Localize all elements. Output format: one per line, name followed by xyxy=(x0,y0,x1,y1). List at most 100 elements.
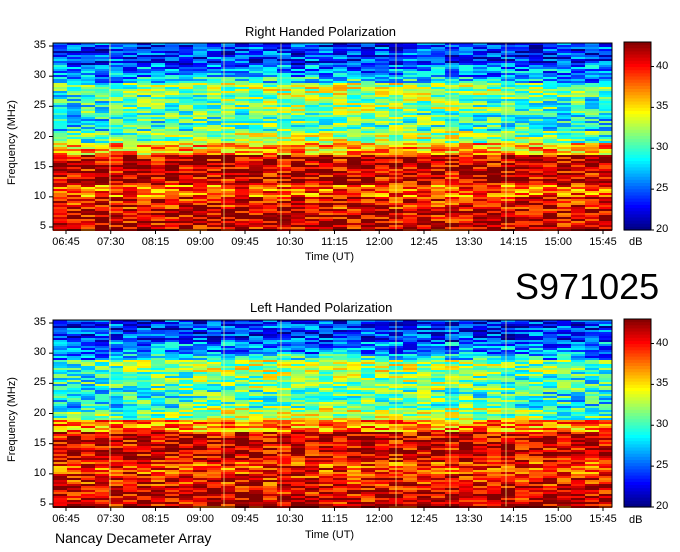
spectrogram-cell xyxy=(235,125,249,127)
spectrogram-cell xyxy=(599,49,612,51)
spectrogram-cell xyxy=(291,213,305,215)
spectrogram-cell xyxy=(347,215,361,217)
spectrogram-cell xyxy=(123,376,137,378)
spectrogram-cell xyxy=(571,87,585,89)
spectrogram-cell xyxy=(95,195,109,197)
spectrogram-cell xyxy=(179,67,193,69)
spectrogram-cell xyxy=(571,221,585,223)
spectrogram-cell xyxy=(123,364,137,366)
spectrogram-cell xyxy=(249,221,263,223)
spectrogram-cell xyxy=(67,129,81,131)
spectrogram-cell xyxy=(291,143,305,145)
spectrogram-cell xyxy=(333,67,347,69)
spectrogram-cell xyxy=(123,151,137,153)
spectrogram-cell xyxy=(235,155,249,157)
spectrogram-cell xyxy=(291,87,305,89)
spectrogram-cell xyxy=(291,368,305,370)
spectrogram-cell xyxy=(193,67,207,69)
spectrogram-cell xyxy=(81,330,95,332)
spectrogram-cell xyxy=(263,332,277,334)
spectrogram-cell xyxy=(347,163,361,165)
spectrogram-cell xyxy=(459,49,473,51)
spectrogram-cell xyxy=(95,139,109,141)
spectrogram-cell xyxy=(137,201,151,203)
spectrogram-cell xyxy=(515,103,529,105)
spectrogram-cell xyxy=(53,332,67,334)
spectrogram-cell xyxy=(473,366,487,368)
spectrogram-cell xyxy=(207,356,221,358)
spectrogram-cell xyxy=(487,364,501,366)
spectrogram-cell xyxy=(375,99,389,101)
spectrogram-cell xyxy=(291,217,305,219)
spectrogram-cell xyxy=(249,139,263,141)
spectrogram-cell xyxy=(291,113,305,115)
spectrogram-cell xyxy=(249,93,263,95)
spectrogram-cell xyxy=(137,117,151,119)
spectrogram-cell xyxy=(305,346,319,348)
spectrogram-cell xyxy=(599,149,612,151)
spectrogram-cell xyxy=(585,129,599,131)
spectrogram-cell xyxy=(221,53,235,55)
spectrogram-cell xyxy=(417,117,431,119)
spectrogram-cell xyxy=(361,326,375,328)
spectrogram-cell xyxy=(403,101,417,103)
spectrogram-cell xyxy=(263,201,277,203)
spectrogram-cell xyxy=(277,59,291,61)
spectrogram-cell xyxy=(529,356,543,358)
spectrogram-cell xyxy=(277,139,291,141)
spectrogram-cell xyxy=(221,71,235,73)
spectrogram-cell xyxy=(487,75,501,77)
spectrogram-cell xyxy=(501,125,515,127)
spectrogram-cell xyxy=(123,171,137,173)
spectrogram-cell xyxy=(445,209,459,211)
spectrogram-cell xyxy=(221,73,235,75)
spectrogram-cell xyxy=(193,191,207,193)
spectrogram-cell xyxy=(263,336,277,338)
spectrogram-cell xyxy=(571,133,585,135)
spectrogram-cell xyxy=(263,99,277,101)
spectrogram-cell xyxy=(333,201,347,203)
spectrogram-cell xyxy=(445,364,459,366)
spectrogram-cell xyxy=(109,85,123,87)
spectrogram-cell xyxy=(319,51,333,53)
spectrogram-cell xyxy=(263,133,277,135)
spectrogram-cell xyxy=(543,344,557,346)
spectrogram-cell xyxy=(543,324,557,326)
spectrogram-cell xyxy=(249,227,263,229)
spectrogram-cell xyxy=(67,159,81,161)
spectrogram-cell xyxy=(515,181,529,183)
spectrogram-cell xyxy=(67,81,81,83)
spectrogram-cell xyxy=(263,207,277,209)
spectrogram-cell xyxy=(95,105,109,107)
spectrogram-cell xyxy=(277,105,291,107)
spectrogram-cell xyxy=(319,71,333,73)
spectrogram-cell xyxy=(347,89,361,91)
spectrogram-cell xyxy=(431,63,445,65)
spectrogram-cell xyxy=(333,352,347,354)
spectrogram-cell xyxy=(235,47,249,49)
spectrogram-cell xyxy=(487,201,501,203)
spectrogram-cell xyxy=(207,352,221,354)
spectrogram-cell xyxy=(501,187,515,189)
spectrogram-cell xyxy=(557,105,571,107)
spectrogram-cell xyxy=(445,135,459,137)
spectrogram-cell xyxy=(67,103,81,105)
spectrogram-cell xyxy=(347,227,361,229)
spectrogram-cell xyxy=(459,211,473,213)
spectrogram-cell xyxy=(599,71,612,73)
spectrogram-cell xyxy=(543,91,557,93)
spectrogram-cell xyxy=(529,203,543,205)
spectrogram-cell xyxy=(123,127,137,129)
spectrogram-cell xyxy=(529,364,543,366)
spectrogram-cell xyxy=(333,177,347,179)
spectrogram-cell xyxy=(361,133,375,135)
spectrogram-cell xyxy=(361,171,375,173)
spectrogram-cell xyxy=(487,135,501,137)
spectrogram-cell xyxy=(221,175,235,177)
spectrogram-cell xyxy=(501,159,515,161)
spectrogram-cell xyxy=(459,185,473,187)
spectrogram-cell xyxy=(557,75,571,77)
spectrogram-cell xyxy=(305,101,319,103)
spectrogram-cell xyxy=(109,205,123,207)
spectrogram-cell xyxy=(487,61,501,63)
